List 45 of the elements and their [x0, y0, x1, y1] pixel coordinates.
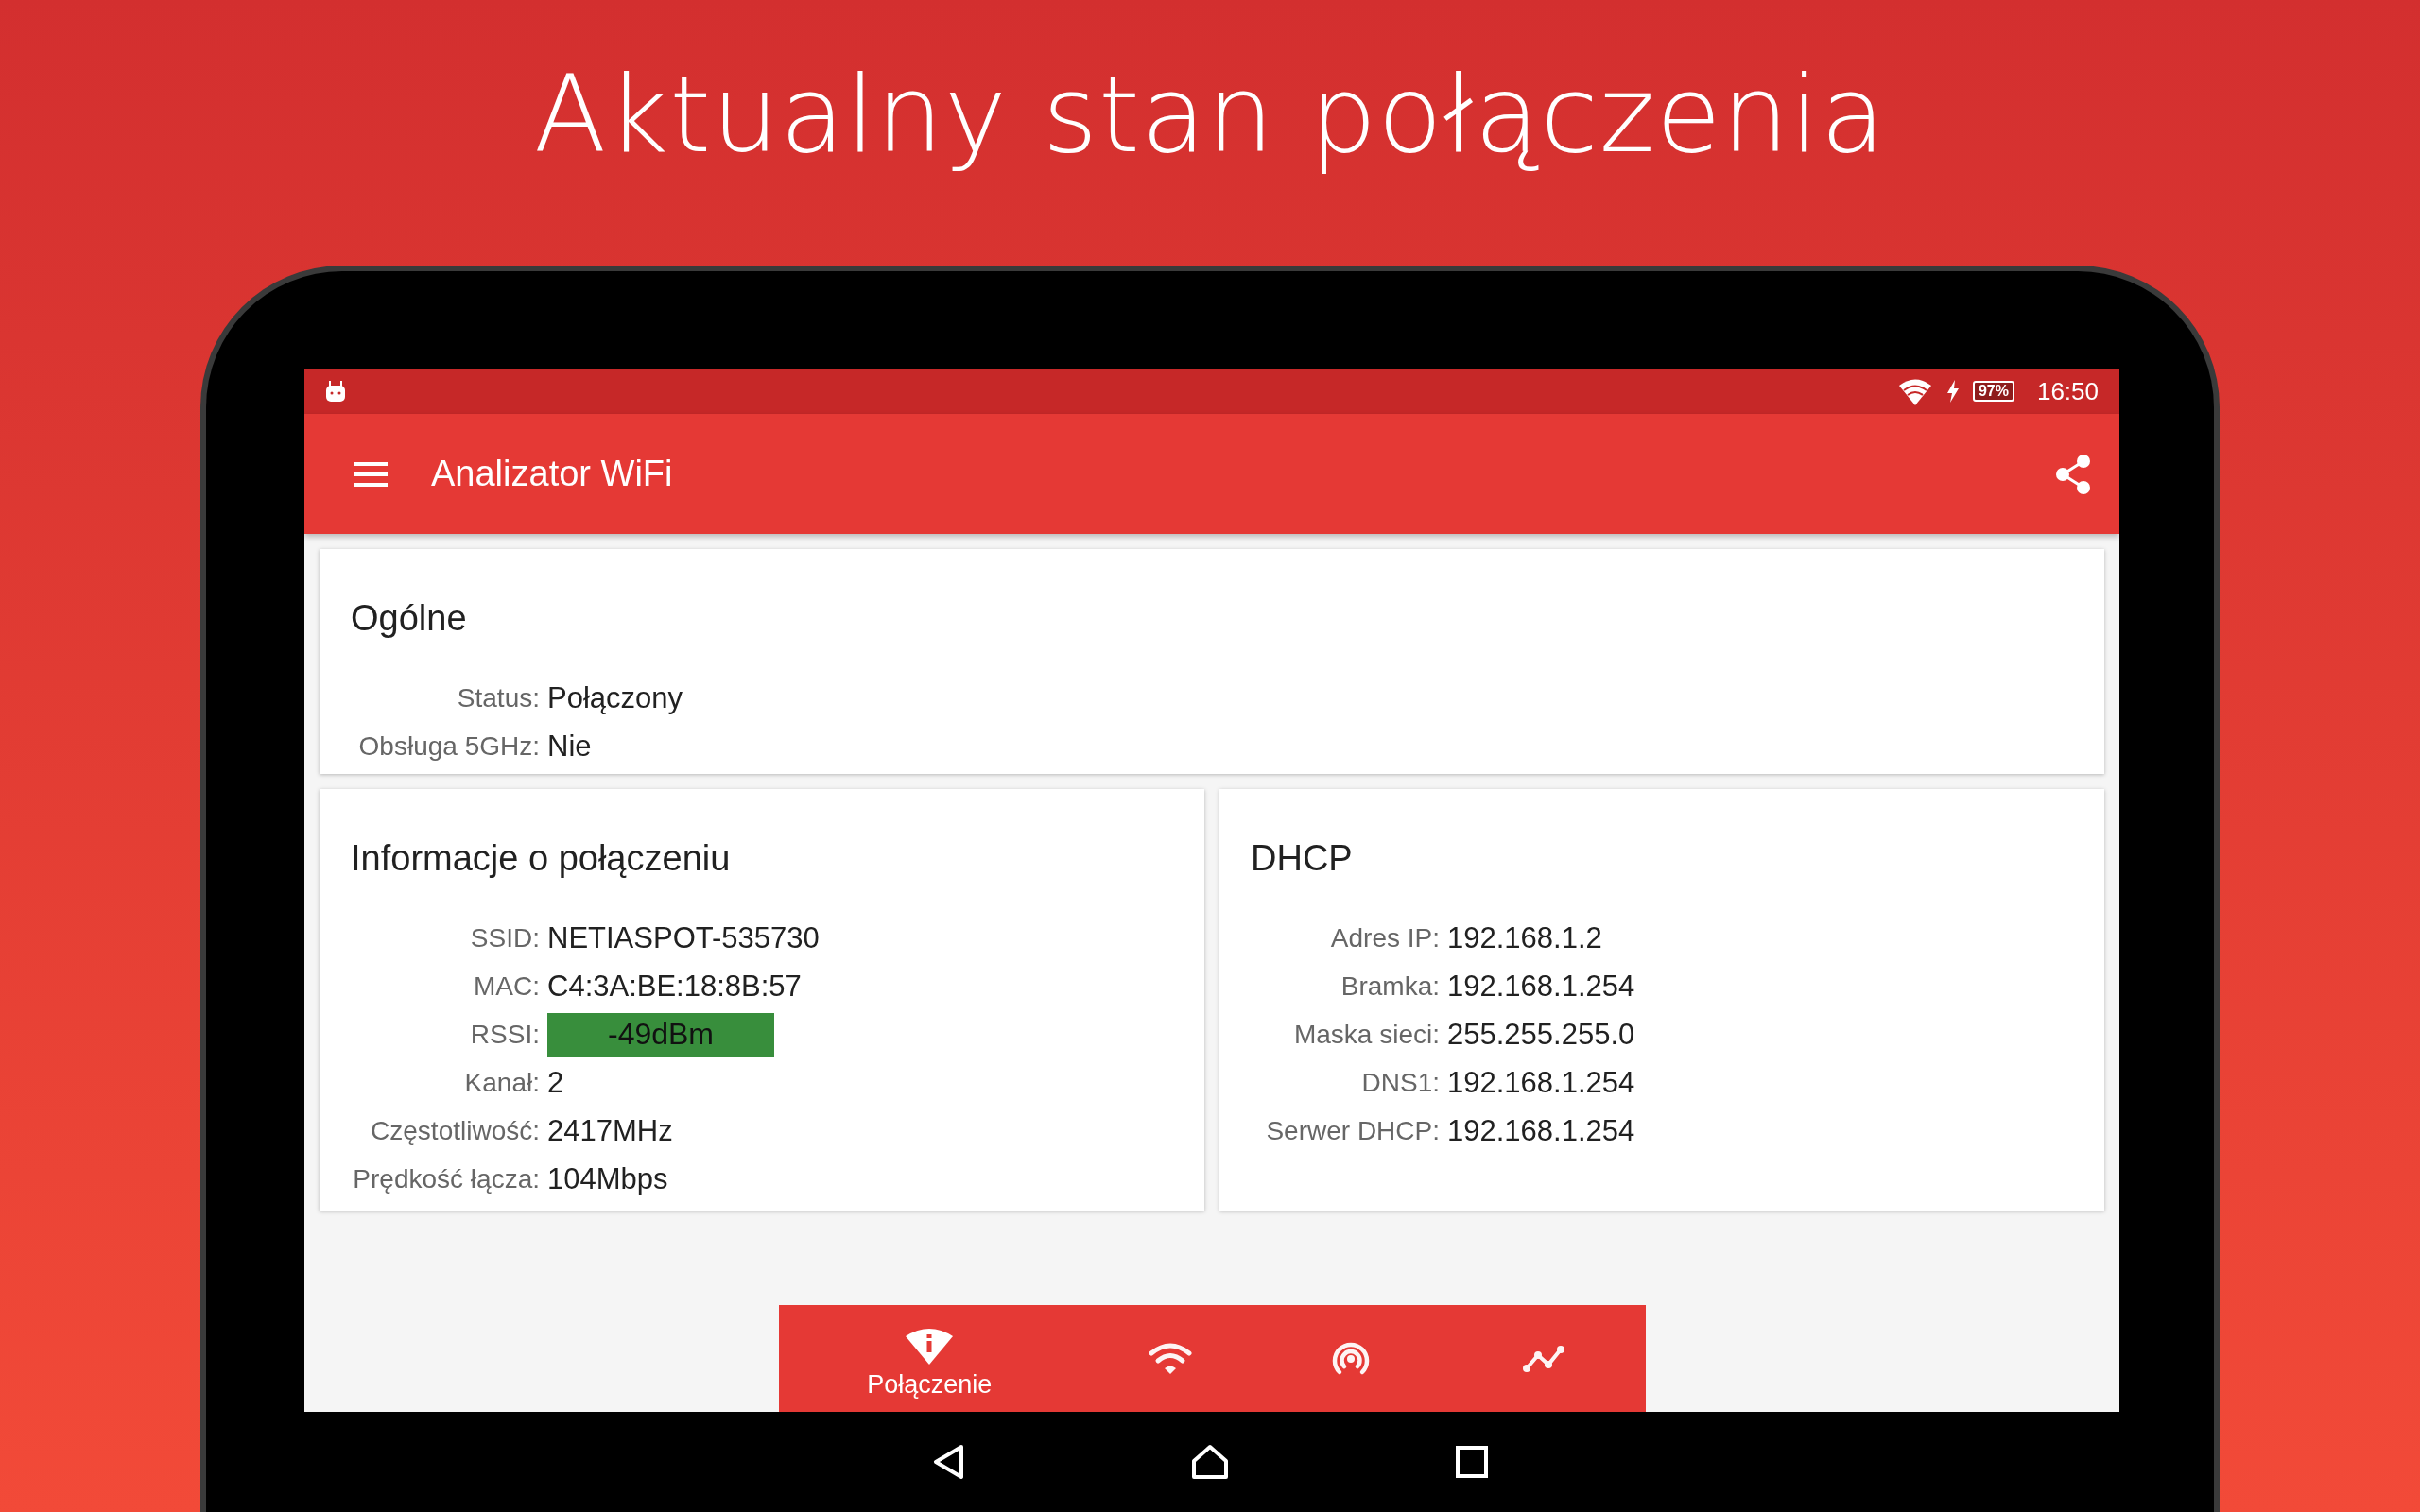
signal-badge: -49dBm: [547, 1012, 774, 1057]
field-label: MAC:: [473, 971, 540, 1002]
field-label: Bramka:: [1340, 971, 1440, 1002]
clock: 16:50: [2036, 376, 2099, 406]
field-value: NETIASPOT-535730: [547, 920, 820, 955]
field-value: 104Mbps: [547, 1161, 668, 1196]
field-label: Maska sieci:: [1292, 1019, 1440, 1050]
wifi-icon: [1896, 377, 1933, 405]
field-value: 192.168.1.254: [1447, 969, 1635, 1004]
field-value: 2: [547, 1065, 564, 1100]
nav-tab[interactable]: Połączenie: [779, 1305, 1080, 1412]
field-label: RSSI:: [469, 1019, 540, 1050]
recents-icon[interactable]: [1456, 1446, 1488, 1478]
lightning-icon: [1945, 380, 1960, 403]
field-value: Połączony: [547, 680, 683, 715]
back-icon[interactable]: [932, 1444, 964, 1480]
field-value: 192.168.1.254: [1447, 1113, 1635, 1148]
field-value: 255.255.255.0: [1447, 1017, 1635, 1052]
share-icon[interactable]: [2055, 454, 2091, 494]
headline: Aktualny stan połączenia: [533, 51, 1887, 178]
field-label: Adres IP:: [1329, 922, 1440, 954]
field-label: DNS1:: [1360, 1067, 1440, 1098]
wifi-icon: [1148, 1341, 1192, 1376]
field-value: 2417MHz: [547, 1113, 673, 1148]
field-value: 192.168.1.2: [1447, 920, 1602, 955]
field-value: 192.168.1.254: [1447, 1065, 1635, 1100]
field-label: Obsługa 5GHz:: [357, 730, 540, 762]
field-label: Prędkość łącza:: [352, 1163, 540, 1194]
home-icon[interactable]: [1191, 1444, 1229, 1480]
field-label: Kanał:: [463, 1067, 540, 1098]
battery-indicator: 97%: [1972, 381, 2014, 402]
field-label: Status:: [456, 682, 540, 713]
wifi-info-icon: [906, 1327, 954, 1365]
field-label: Częstotliwość:: [370, 1115, 540, 1146]
robot-icon: [325, 380, 346, 403]
line-chart-icon: [1521, 1344, 1565, 1373]
card-title: DHCP: [1251, 838, 1354, 880]
field-label: SSID:: [469, 922, 540, 954]
card-title: Informacje o połączeniu: [351, 838, 732, 880]
field-value: Nie: [547, 729, 592, 764]
menu-icon[interactable]: [354, 461, 388, 487]
field-label: Serwer DHCP:: [1265, 1115, 1440, 1146]
field-value: C4:3A:BE:18:8B:57: [547, 969, 802, 1004]
card-title: Ogólne: [351, 598, 468, 640]
app-title: Analizator WiFi: [431, 454, 673, 494]
